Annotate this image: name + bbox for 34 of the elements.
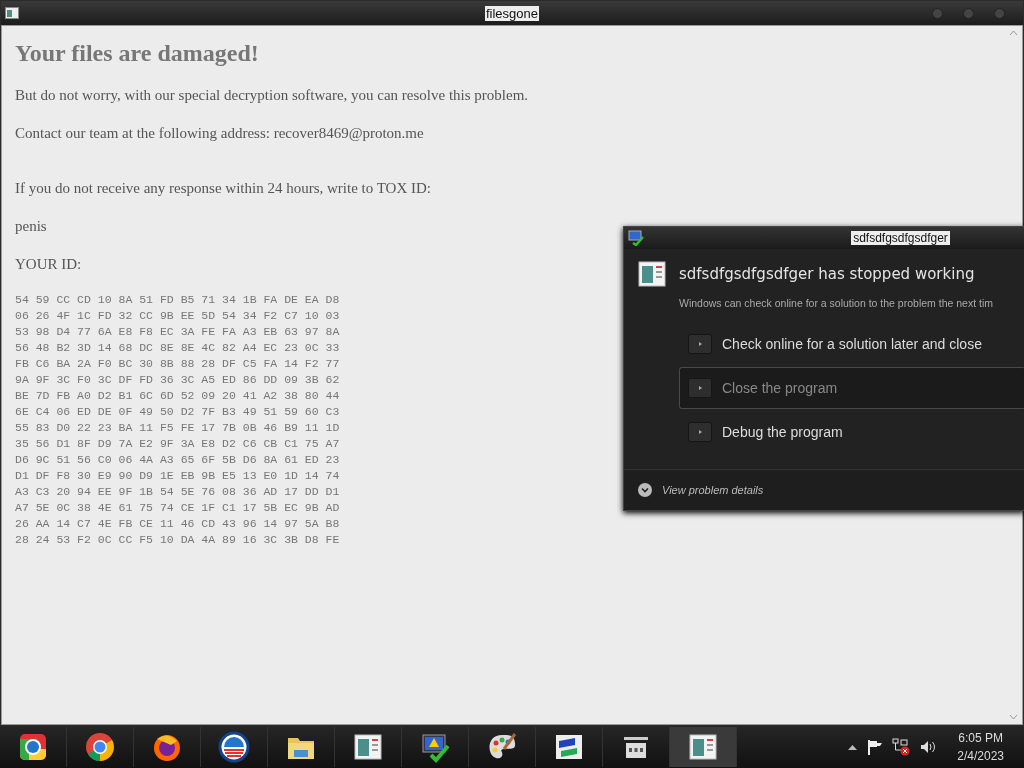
window-icon [5, 7, 19, 19]
monitor-icon [628, 230, 644, 246]
dialog-message: Windows can check online for a solution to the problem the next tim [678, 296, 994, 309]
note-paragraph: penis [15, 218, 48, 235]
clock-time[interactable]: 6:05 PM [958, 731, 1003, 745]
browser-icon [17, 731, 49, 763]
dialog-heading: sdfsdfgsdfgsdfger has stopped working [679, 265, 975, 283]
note-paragraph: If you do not receive any response within 24 hours, write to TOX ID: [15, 180, 433, 197]
tray-expand-icon[interactable] [848, 744, 858, 750]
flag-icon[interactable] [867, 739, 883, 755]
id-hex-text: 54 59 CC CD 10 8A 51 FD B5 71 34 1B FA DE EA D8 06 26 4F 1C FD 32 CC 9B EE 5D 54 34 F2 C7 10 03 53 98 D4 77 6A E8 F8 EC 3A FE FA A3 EB 63 97 8A 56 48 B2 3D 14 68 DC 8E 8E 4C 82 A4 EC 23 0C 33 FB C6 BA 2A F0 BC 30 8B 88 28 DF C5 FA 14 F2 77 9A 9F 3C F0 3C DF FD 36 3C A5 ED 86 DD 09 3B 62 BE 7D FB A0 D2 B1 6C 6D 52 09 20 41 A2 38 80 44 6E C4 06 ED DE 0F 49 50 D2 7F B3 49 51 59 60 C3 55 83 D0 22 23 BA 11 F5 FE 17 7B 0B 46 B9 11 1D 35 56 D1 8F D9 7A E2 9F 3A E8 D2 C6 CB C1 75 A7 D6 9C 51 56 C0 06 4A A3 65 6F 5B D6 8A 61 ED 23 D1 DF F8 30 E9 90 D9 1E EB 9B E5 13 E0 1D 14 74 A3 C3 20 94 EE 9F 1B 54 5E 76 08 36 AD 17 DD D1 A7 5E 0C 38 4E 61 75 74 CE 1F C1 17 5B EC 9B AD 26 AA 14 C7 4E FB CE 11 46 CD 43 96 14 97 5A B8 28 24 53 F2 0C CC F5 10 DA 4A 89 16 3C 3B D8 FE [15, 292, 340, 548]
taskbar-button[interactable] [670, 727, 737, 767]
app-window-icon [687, 731, 719, 763]
window-control-dot[interactable] [963, 8, 974, 19]
note-paragraph: But do not worry, with our special decryption software, you can resolve this problem. [15, 87, 530, 104]
network-error-icon[interactable] [892, 738, 911, 756]
striped-circle-icon [218, 731, 250, 763]
dialog-option[interactable]: Close the program [679, 367, 1024, 409]
details-link[interactable]: View problem details [662, 484, 764, 496]
monitor-check-icon [419, 731, 451, 763]
expand-icon[interactable] [638, 483, 652, 497]
app-window-icon [352, 731, 384, 763]
speaker-icon[interactable] [920, 740, 938, 754]
app-window-icon [637, 261, 667, 287]
dialog-title: sdfsdfgsdfgsdfger [851, 231, 950, 245]
dialog-option[interactable]: Check online for a solution later and close [679, 323, 1024, 365]
browser-icon [84, 731, 116, 763]
dialog-option[interactable]: Debug the program [679, 411, 1024, 453]
window-control-dot[interactable] [994, 8, 1005, 19]
window-title: filesgone [484, 5, 539, 21]
clock-date[interactable]: 2/4/2023 [957, 749, 1004, 763]
note-paragraph: Contact our team at the following address: recover8469@proton.me [15, 125, 425, 142]
window-control-dot[interactable] [932, 8, 943, 19]
note-heading: Your files are damaged! [15, 40, 260, 67]
